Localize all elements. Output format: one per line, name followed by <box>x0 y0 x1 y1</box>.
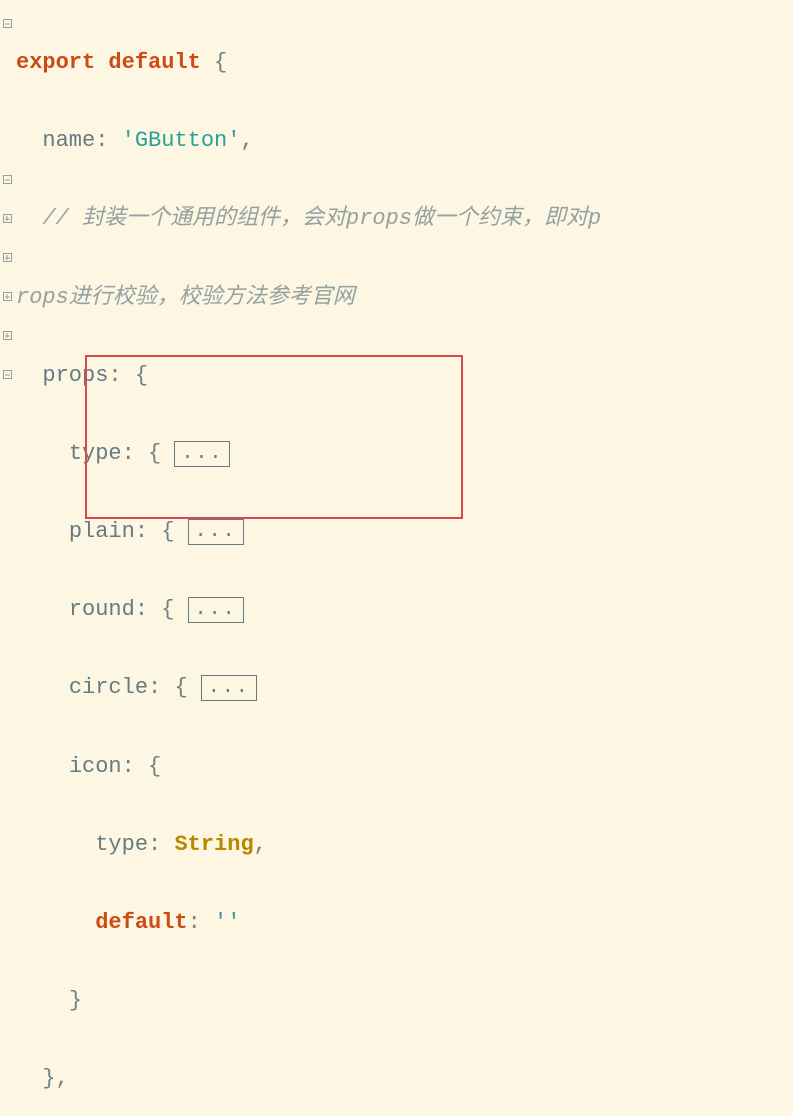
fold-toggle[interactable] <box>3 175 12 184</box>
code-line: } <box>16 981 601 1020</box>
string-literal: 'GButton' <box>122 128 241 153</box>
colon: : <box>148 832 161 857</box>
code-editor: export default { name: 'GButton', // 封装一… <box>0 0 793 558</box>
fold-placeholder[interactable]: ... <box>188 597 244 623</box>
brace-open: { <box>161 597 174 622</box>
fold-toggle[interactable] <box>3 331 12 340</box>
comment: // 封装一个通用的组件，会对props做一个约束，即对p <box>42 206 601 231</box>
brace-open: { <box>148 441 161 466</box>
prop-key: type <box>95 832 148 857</box>
code-line: type: String, <box>16 825 601 864</box>
fold-toggle[interactable] <box>3 19 12 28</box>
fold-toggle[interactable] <box>3 214 12 223</box>
code-line: props: { <box>16 356 601 395</box>
prop-key: name <box>42 128 95 153</box>
brace-open: { <box>174 675 187 700</box>
code-line: // 封装一个通用的组件，会对props做一个约束，即对p <box>16 199 601 238</box>
fold-gutter <box>0 0 14 558</box>
keyword-export: export <box>16 50 95 75</box>
fold-placeholder[interactable]: ... <box>174 441 230 467</box>
prop-key: round <box>69 597 135 622</box>
code-line: icon: { <box>16 747 601 786</box>
code-line: plain: { ... <box>16 512 601 551</box>
fold-toggle[interactable] <box>3 253 12 262</box>
prop-key: props <box>42 363 108 388</box>
comma: , <box>254 832 267 857</box>
fold-toggle[interactable] <box>3 370 12 379</box>
prop-key: icon <box>69 754 122 779</box>
colon: : <box>188 910 201 935</box>
brace-close: }, <box>42 1066 68 1091</box>
colon: : <box>108 363 121 388</box>
string-literal: '' <box>214 910 240 935</box>
colon: : <box>135 597 148 622</box>
fold-toggle[interactable] <box>3 292 12 301</box>
comment: rops进行校验，校验方法参考官网 <box>16 285 355 310</box>
code-line: type: { ... <box>16 434 601 473</box>
code-line: name: 'GButton', <box>16 121 601 160</box>
code-line: rops进行校验，校验方法参考官网 <box>16 278 601 317</box>
colon: : <box>122 441 135 466</box>
keyword-default: default <box>95 910 187 935</box>
code-area[interactable]: export default { name: 'GButton', // 封装一… <box>14 0 601 1116</box>
prop-key: circle <box>69 675 148 700</box>
code-line: circle: { ... <box>16 668 601 707</box>
brace-open: { <box>214 50 227 75</box>
comma: , <box>240 128 253 153</box>
colon: : <box>95 128 108 153</box>
keyword-default: default <box>108 50 200 75</box>
code-line: round: { ... <box>16 590 601 629</box>
type-name: String <box>174 832 253 857</box>
colon: : <box>148 675 161 700</box>
brace-close: } <box>69 988 82 1013</box>
colon: : <box>135 519 148 544</box>
prop-key: type <box>69 441 122 466</box>
brace-open: { <box>135 363 148 388</box>
code-line: default: '' <box>16 903 601 942</box>
fold-placeholder[interactable]: ... <box>188 519 244 545</box>
prop-key: plain <box>69 519 135 544</box>
code-line: }, <box>16 1059 601 1098</box>
code-area-wrap: export default { name: 'GButton', // 封装一… <box>14 0 601 558</box>
code-line: export default { <box>16 43 601 82</box>
brace-open: { <box>148 754 161 779</box>
fold-placeholder[interactable]: ... <box>201 675 257 701</box>
colon: : <box>122 754 135 779</box>
brace-open: { <box>161 519 174 544</box>
